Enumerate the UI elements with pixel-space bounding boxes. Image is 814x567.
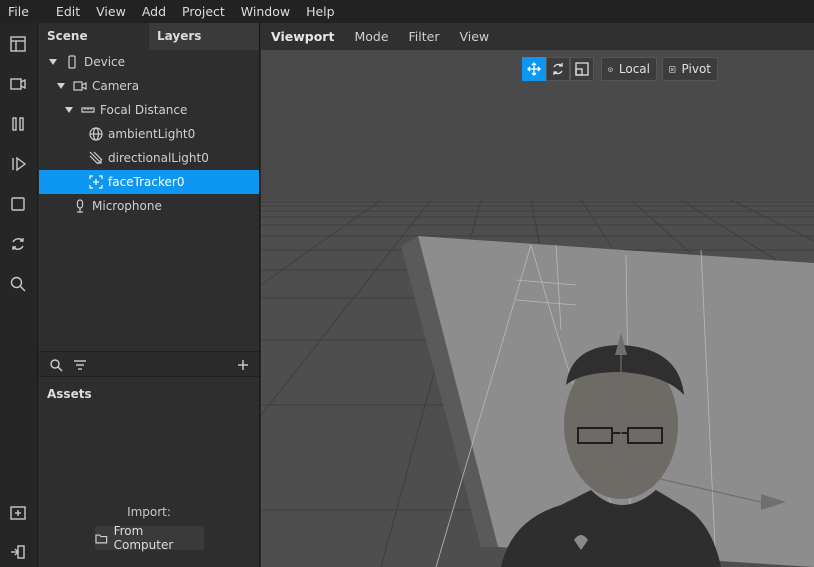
assets-panel: Assets Import: From Computer [39, 381, 259, 567]
menu-project[interactable]: Project [174, 0, 233, 23]
filter-icon[interactable] [72, 357, 88, 373]
scene-tabs: Scene Layers [39, 23, 259, 50]
add-file-icon[interactable] [7, 502, 29, 524]
tree-item-face-tracker[interactable]: faceTracker0 [39, 170, 259, 194]
scene-toolbar [39, 351, 259, 377]
tree-item-label: Device [84, 55, 126, 69]
tab-mode[interactable]: Mode [344, 23, 398, 50]
assets-title: Assets [47, 387, 92, 401]
menu-window[interactable]: Window [233, 0, 298, 23]
move-tool-button[interactable] [522, 57, 546, 81]
tree-item-ambient-light[interactable]: ambientLight0 [39, 122, 259, 146]
tree-item-label: faceTracker0 [108, 175, 185, 189]
menu-file[interactable]: File [0, 0, 48, 23]
tree-item-microphone[interactable]: Microphone [39, 194, 259, 218]
directional-light-icon [88, 150, 104, 166]
pivot-button[interactable]: Pivot [662, 57, 718, 81]
tree-item-label: directionalLight0 [108, 151, 209, 165]
scene-panel: Scene Layers Device Camera Focal Distanc… [39, 23, 260, 567]
menu-bar: File Edit View Add Project Window Help [0, 0, 814, 23]
viewport-tabs: Viewport Mode Filter View [261, 23, 814, 50]
menu-edit[interactable]: Edit [48, 0, 88, 23]
expand-arrow-icon[interactable] [64, 105, 74, 115]
layout-icon[interactable] [7, 33, 29, 55]
cube-icon [608, 66, 613, 72]
viewport-panel: Viewport Mode Filter View Local Pivot [261, 23, 814, 567]
face-tracker-icon [88, 174, 104, 190]
scale-tool-button[interactable] [570, 57, 594, 81]
tree-item-label: Camera [92, 79, 140, 93]
tree-item-label: Microphone [92, 199, 162, 213]
menu-add[interactable]: Add [134, 0, 174, 23]
tree-item-directional-light[interactable]: directionalLight0 [39, 146, 259, 170]
import-label: Import: [127, 505, 171, 519]
from-computer-button[interactable]: From Computer [95, 524, 204, 552]
video-camera-icon[interactable] [7, 73, 29, 95]
stop-icon[interactable] [7, 193, 29, 215]
expand-arrow-icon[interactable] [56, 81, 66, 91]
device-icon [64, 54, 80, 70]
focal-distance-icon [80, 102, 96, 118]
microphone-icon [72, 198, 88, 214]
local-space-button[interactable]: Local [601, 57, 657, 81]
tab-view[interactable]: View [449, 23, 499, 50]
camera-icon [72, 78, 88, 94]
tree-item-focal-distance[interactable]: Focal Distance [39, 98, 259, 122]
tab-scene[interactable]: Scene [39, 23, 149, 50]
move-icon [527, 62, 541, 76]
rotate-tool-button[interactable] [546, 57, 570, 81]
pause-icon[interactable] [7, 113, 29, 135]
tree-item-device[interactable]: Device [39, 50, 259, 74]
tab-viewport[interactable]: Viewport [261, 23, 344, 50]
add-object-icon[interactable] [235, 357, 251, 373]
folder-icon [95, 534, 108, 543]
expand-arrow-icon[interactable] [48, 57, 58, 67]
menu-view[interactable]: View [88, 0, 134, 23]
from-computer-label: From Computer [113, 524, 174, 552]
scale-icon [575, 62, 589, 76]
tree-item-label: Focal Distance [100, 103, 188, 117]
tree-item-camera[interactable]: Camera [39, 74, 259, 98]
tab-layers[interactable]: Layers [149, 23, 259, 50]
tool-rail [0, 23, 38, 567]
pivot-label: Pivot [681, 62, 711, 76]
tab-filter[interactable]: Filter [399, 23, 450, 50]
transform-gizmo [522, 57, 594, 81]
local-label: Local [618, 62, 650, 76]
exit-icon[interactable] [7, 541, 29, 563]
search-icon[interactable] [7, 273, 29, 295]
refresh-icon[interactable] [7, 233, 29, 255]
menu-help[interactable]: Help [298, 0, 343, 23]
search-icon[interactable] [48, 357, 64, 373]
globe-icon [88, 126, 104, 142]
play-step-icon[interactable] [7, 153, 29, 175]
pivot-icon [669, 65, 676, 73]
viewport-canvas[interactable] [261, 50, 814, 567]
rotate-icon [553, 63, 563, 75]
tree-item-label: ambientLight0 [108, 127, 196, 141]
